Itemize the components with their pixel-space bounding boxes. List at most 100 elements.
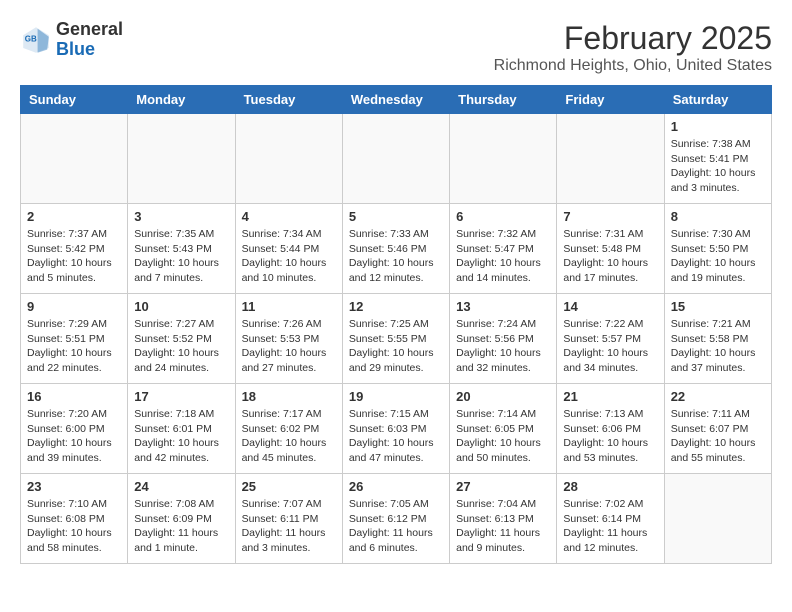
day-number: 16 <box>27 389 121 404</box>
calendar-cell: 28 Sunrise: 7:02 AM Sunset: 6:14 PM Dayli… <box>557 474 664 564</box>
logo-text: General Blue <box>56 20 123 60</box>
logo-blue: Blue <box>56 39 95 59</box>
calendar-cell: 12 Sunrise: 7:25 AM Sunset: 5:55 PM Dayli… <box>342 294 449 384</box>
calendar-cell: 1 Sunrise: 7:38 AM Sunset: 5:41 PM Daylig… <box>664 114 771 204</box>
day-number: 23 <box>27 479 121 494</box>
day-number: 25 <box>242 479 336 494</box>
day-info: Sunrise: 7:27 AM Sunset: 5:52 PM Dayligh… <box>134 317 228 376</box>
month-title: February 2025 <box>494 20 772 57</box>
day-info: Sunrise: 7:35 AM Sunset: 5:43 PM Dayligh… <box>134 227 228 286</box>
day-number: 14 <box>563 299 657 314</box>
weekday-header-tuesday: Tuesday <box>235 86 342 114</box>
week-row-3: 9 Sunrise: 7:29 AM Sunset: 5:51 PM Daylig… <box>21 294 772 384</box>
calendar-cell: 10 Sunrise: 7:27 AM Sunset: 5:52 PM Dayli… <box>128 294 235 384</box>
calendar-cell: 4Sunrise: 7:34 AM Sunset: 5:44 PM Daylig… <box>235 204 342 294</box>
weekday-header-monday: Monday <box>128 86 235 114</box>
calendar-cell: 27 Sunrise: 7:04 AM Sunset: 6:13 PM Dayli… <box>450 474 557 564</box>
day-info: Sunrise: 7:17 AM Sunset: 6:02 PM Dayligh… <box>242 407 336 466</box>
calendar-cell: 11 Sunrise: 7:26 AM Sunset: 5:53 PM Dayli… <box>235 294 342 384</box>
weekday-header-thursday: Thursday <box>450 86 557 114</box>
calendar-cell <box>235 114 342 204</box>
calendar-table: SundayMondayTuesdayWednesdayThursdayFrid… <box>20 85 772 564</box>
calendar-cell: 7 Sunrise: 7:31 AM Sunset: 5:48 PM Daylig… <box>557 204 664 294</box>
day-number: 13 <box>456 299 550 314</box>
day-info: Sunrise: 7:24 AM Sunset: 5:56 PM Dayligh… <box>456 317 550 376</box>
calendar-cell: 3Sunrise: 7:35 AM Sunset: 5:43 PM Daylig… <box>128 204 235 294</box>
day-info: Sunrise: 7:05 AM Sunset: 6:12 PM Dayligh… <box>349 497 443 556</box>
day-info: Sunrise: 7:08 AM Sunset: 6:09 PM Dayligh… <box>134 497 228 556</box>
calendar-cell <box>128 114 235 204</box>
day-number: 7 <box>563 209 657 224</box>
calendar-cell: 16Sunrise: 7:20 AM Sunset: 6:00 PM Dayli… <box>21 384 128 474</box>
week-row-5: 23Sunrise: 7:10 AM Sunset: 6:08 PM Dayli… <box>21 474 772 564</box>
day-number: 12 <box>349 299 443 314</box>
day-number: 22 <box>671 389 765 404</box>
day-info: Sunrise: 7:21 AM Sunset: 5:58 PM Dayligh… <box>671 317 765 376</box>
weekday-header-saturday: Saturday <box>664 86 771 114</box>
day-number: 2 <box>27 209 121 224</box>
calendar-cell: 20 Sunrise: 7:14 AM Sunset: 6:05 PM Dayli… <box>450 384 557 474</box>
calendar-cell <box>21 114 128 204</box>
calendar-cell <box>557 114 664 204</box>
day-number: 18 <box>242 389 336 404</box>
calendar-cell: 26 Sunrise: 7:05 AM Sunset: 6:12 PM Dayli… <box>342 474 449 564</box>
day-number: 19 <box>349 389 443 404</box>
calendar-cell: 14 Sunrise: 7:22 AM Sunset: 5:57 PM Dayli… <box>557 294 664 384</box>
day-info: Sunrise: 7:04 AM Sunset: 6:13 PM Dayligh… <box>456 497 550 556</box>
day-number: 24 <box>134 479 228 494</box>
calendar-cell <box>342 114 449 204</box>
logo-icon: GB <box>20 24 52 56</box>
calendar-cell: 17 Sunrise: 7:18 AM Sunset: 6:01 PM Dayli… <box>128 384 235 474</box>
day-info: Sunrise: 7:30 AM Sunset: 5:50 PM Dayligh… <box>671 227 765 286</box>
day-info: Sunrise: 7:33 AM Sunset: 5:46 PM Dayligh… <box>349 227 443 286</box>
weekday-header-friday: Friday <box>557 86 664 114</box>
calendar-cell: 24 Sunrise: 7:08 AM Sunset: 6:09 PM Dayli… <box>128 474 235 564</box>
week-row-4: 16Sunrise: 7:20 AM Sunset: 6:00 PM Dayli… <box>21 384 772 474</box>
calendar-cell: 25 Sunrise: 7:07 AM Sunset: 6:11 PM Dayli… <box>235 474 342 564</box>
weekday-header-wednesday: Wednesday <box>342 86 449 114</box>
day-number: 20 <box>456 389 550 404</box>
day-info: Sunrise: 7:29 AM Sunset: 5:51 PM Dayligh… <box>27 317 121 376</box>
day-info: Sunrise: 7:11 AM Sunset: 6:07 PM Dayligh… <box>671 407 765 466</box>
calendar-cell <box>664 474 771 564</box>
calendar-cell: 9 Sunrise: 7:29 AM Sunset: 5:51 PM Daylig… <box>21 294 128 384</box>
day-number: 27 <box>456 479 550 494</box>
day-info: Sunrise: 7:13 AM Sunset: 6:06 PM Dayligh… <box>563 407 657 466</box>
day-number: 26 <box>349 479 443 494</box>
day-info: Sunrise: 7:31 AM Sunset: 5:48 PM Dayligh… <box>563 227 657 286</box>
day-info: Sunrise: 7:07 AM Sunset: 6:11 PM Dayligh… <box>242 497 336 556</box>
day-number: 28 <box>563 479 657 494</box>
location: Richmond Heights, Ohio, United States <box>494 57 772 75</box>
calendar-cell: 6 Sunrise: 7:32 AM Sunset: 5:47 PM Daylig… <box>450 204 557 294</box>
calendar-cell: 8Sunrise: 7:30 AM Sunset: 5:50 PM Daylig… <box>664 204 771 294</box>
calendar-cell: 21Sunrise: 7:13 AM Sunset: 6:06 PM Dayli… <box>557 384 664 474</box>
day-number: 15 <box>671 299 765 314</box>
calendar-cell: 2Sunrise: 7:37 AM Sunset: 5:42 PM Daylig… <box>21 204 128 294</box>
day-number: 9 <box>27 299 121 314</box>
day-info: Sunrise: 7:38 AM Sunset: 5:41 PM Dayligh… <box>671 137 765 196</box>
day-info: Sunrise: 7:14 AM Sunset: 6:05 PM Dayligh… <box>456 407 550 466</box>
day-number: 17 <box>134 389 228 404</box>
calendar-cell: 5 Sunrise: 7:33 AM Sunset: 5:46 PM Daylig… <box>342 204 449 294</box>
calendar-cell: 18 Sunrise: 7:17 AM Sunset: 6:02 PM Dayli… <box>235 384 342 474</box>
day-info: Sunrise: 7:32 AM Sunset: 5:47 PM Dayligh… <box>456 227 550 286</box>
day-number: 1 <box>671 119 765 134</box>
calendar-cell <box>450 114 557 204</box>
logo: GB General Blue <box>20 20 123 60</box>
day-info: Sunrise: 7:18 AM Sunset: 6:01 PM Dayligh… <box>134 407 228 466</box>
calendar-cell: 23Sunrise: 7:10 AM Sunset: 6:08 PM Dayli… <box>21 474 128 564</box>
weekday-header-row: SundayMondayTuesdayWednesdayThursdayFrid… <box>21 86 772 114</box>
day-info: Sunrise: 7:22 AM Sunset: 5:57 PM Dayligh… <box>563 317 657 376</box>
svg-text:GB: GB <box>25 34 37 43</box>
day-info: Sunrise: 7:26 AM Sunset: 5:53 PM Dayligh… <box>242 317 336 376</box>
day-number: 5 <box>349 209 443 224</box>
week-row-1: 1 Sunrise: 7:38 AM Sunset: 5:41 PM Daylig… <box>21 114 772 204</box>
day-number: 6 <box>456 209 550 224</box>
day-info: Sunrise: 7:02 AM Sunset: 6:14 PM Dayligh… <box>563 497 657 556</box>
day-number: 11 <box>242 299 336 314</box>
day-info: Sunrise: 7:25 AM Sunset: 5:55 PM Dayligh… <box>349 317 443 376</box>
page-header: GB General Blue February 2025 Richmond H… <box>20 20 772 75</box>
day-number: 10 <box>134 299 228 314</box>
day-info: Sunrise: 7:34 AM Sunset: 5:44 PM Dayligh… <box>242 227 336 286</box>
calendar-cell: 13 Sunrise: 7:24 AM Sunset: 5:56 PM Dayli… <box>450 294 557 384</box>
